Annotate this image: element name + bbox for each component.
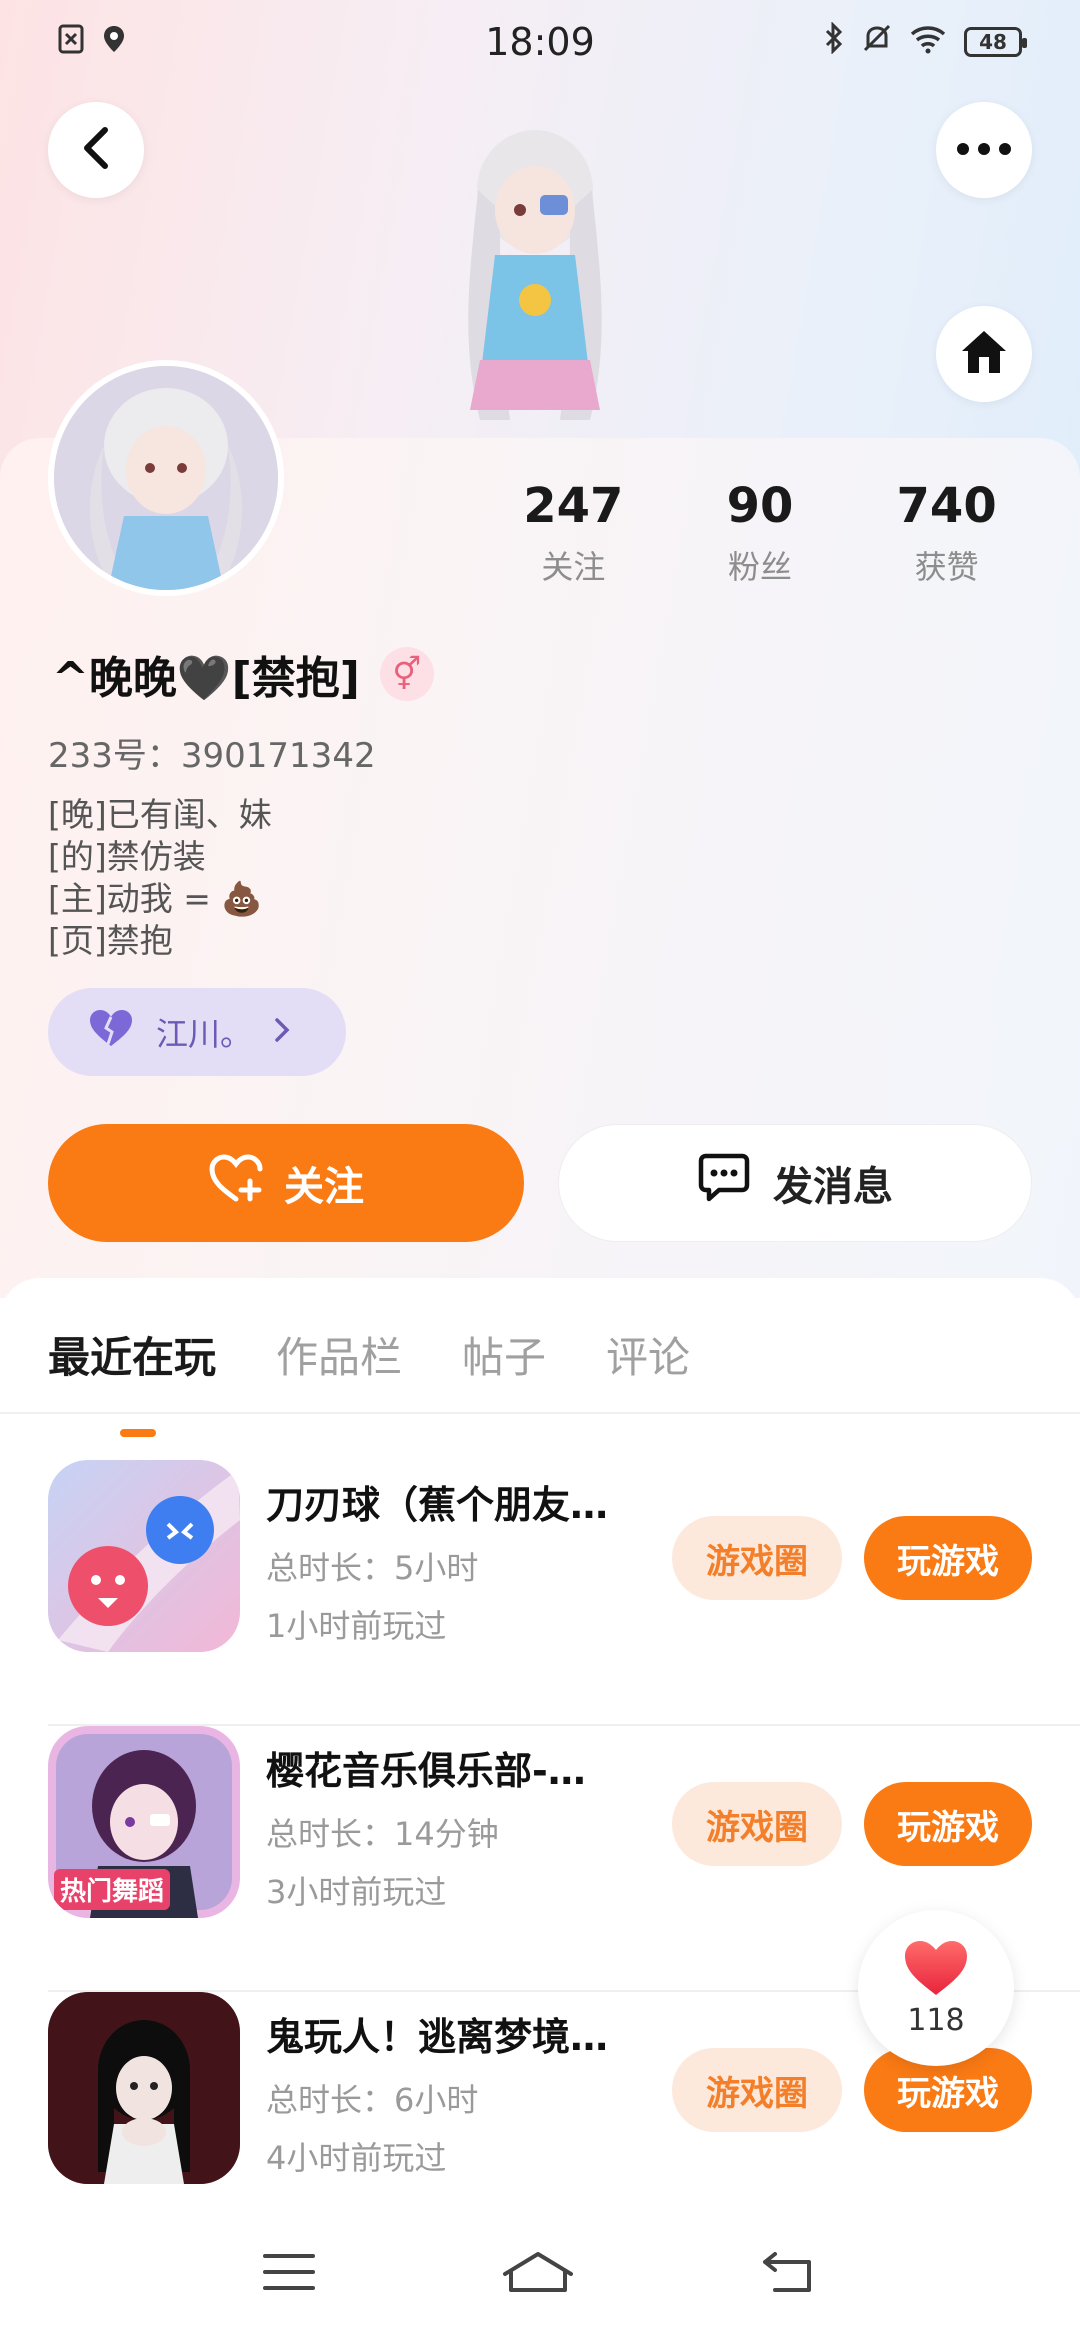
- relation-pill[interactable]: 江川。: [48, 988, 346, 1076]
- content-panel: 最近在玩 作品栏 帖子 评论 刀刃球（蕉个朋友… 总时长：5小时 1小时前玩过 …: [0, 1278, 1080, 2340]
- game-icon-badge: 热门舞蹈: [54, 1869, 171, 1910]
- game-icon: [48, 1460, 240, 1652]
- tab-comments[interactable]: 评论: [606, 1324, 690, 1385]
- tab-posts[interactable]: 帖子: [462, 1324, 546, 1385]
- game-info: 鬼玩人！逃离梦境… 总时长：6小时 4小时前玩过: [266, 2006, 666, 2179]
- stat-label: 获赞: [914, 548, 979, 586]
- more-icon: [956, 141, 1012, 160]
- bio-line: [的]禁仿装: [48, 837, 206, 876]
- home-icon: [958, 327, 1010, 381]
- follow-heart-icon: [208, 1153, 264, 1213]
- follow-label: 关注: [284, 1164, 364, 1210]
- stat-following[interactable]: 247 关注: [488, 478, 658, 588]
- game-title: 樱花音乐俱乐部-…: [266, 1749, 586, 1793]
- system-nav-bar: [0, 2208, 1080, 2340]
- relation-label: 江川。: [156, 1015, 253, 1053]
- back-button[interactable]: [48, 102, 144, 198]
- bio-line: [主]动我 = 💩: [48, 879, 263, 918]
- profile-name-row: ^晚晚🖤[禁抱] ⚥: [52, 642, 434, 706]
- game-duration: 总时长：6小时: [266, 2081, 479, 2119]
- game-circle-button[interactable]: 游戏圈: [672, 2048, 842, 2132]
- like-count: 118: [907, 2002, 965, 2038]
- tab-label: 评论: [606, 1333, 691, 1382]
- heart-icon: [88, 1008, 134, 1056]
- game-circle-button[interactable]: 游戏圈: [672, 1516, 842, 1600]
- back-nav-icon[interactable]: [761, 2250, 817, 2298]
- game-list: 刀刃球（蕉个朋友… 总时长：5小时 1小时前玩过 游戏圈 玩游戏 热门舞蹈 樱花…: [0, 1460, 1080, 2258]
- status-time: 18:09: [485, 20, 595, 64]
- avatar[interactable]: [48, 360, 284, 596]
- follow-button[interactable]: 关注: [48, 1124, 524, 1242]
- stat-value: 740: [896, 478, 997, 534]
- play-game-button[interactable]: 玩游戏: [864, 1516, 1032, 1600]
- tab-label: 帖子: [462, 1333, 547, 1382]
- stat-label: 粉丝: [727, 548, 792, 586]
- bio-line: [页]禁抱: [48, 921, 173, 960]
- message-label: 发消息: [773, 1164, 893, 1210]
- hero-character-image: [430, 120, 640, 440]
- heart-icon: [903, 1939, 969, 2001]
- game-info: 刀刃球（蕉个朋友… 总时长：5小时 1小时前玩过: [266, 1474, 666, 1647]
- game-icon: 热门舞蹈: [48, 1726, 240, 1918]
- battery-icon: 48: [964, 27, 1027, 57]
- stat-value: 247: [523, 478, 624, 534]
- game-last-played: 1小时前玩过: [266, 1607, 447, 1645]
- tab-works[interactable]: 作品栏: [276, 1324, 402, 1385]
- message-button[interactable]: 发消息: [558, 1124, 1032, 1242]
- chat-icon: [697, 1153, 751, 1213]
- bio: [晚]已有闺、妹 [的]禁仿装 [主]动我 = 💩 [页]禁抱: [48, 794, 272, 962]
- game-title: 鬼玩人！逃离梦境…: [266, 2015, 609, 2059]
- stat-label: 关注: [541, 548, 606, 586]
- status-bar: 18:09 48: [0, 0, 1080, 84]
- nickname: ^晚晚🖤[禁抱]: [52, 653, 360, 704]
- tab-label: 作品栏: [276, 1333, 403, 1382]
- game-duration: 总时长：5小时: [266, 1549, 479, 1587]
- tab-indicator: [120, 1429, 156, 1437]
- game-last-played: 3小时前玩过: [266, 1873, 447, 1911]
- bio-line: [晚]已有闺、妹: [48, 795, 272, 834]
- profile-stats: 247 关注 90 粉丝 740 获赞: [480, 478, 1040, 588]
- tab-recent-play[interactable]: 最近在玩: [48, 1324, 217, 1437]
- home-button[interactable]: [936, 306, 1032, 402]
- home-nav-icon[interactable]: [501, 2250, 575, 2298]
- stat-value: 90: [726, 478, 794, 534]
- play-game-button[interactable]: 玩游戏: [864, 1782, 1032, 1866]
- gender-icon: ⚥: [379, 647, 434, 701]
- game-icon: [48, 1992, 240, 2184]
- profile-tabs: 最近在玩 作品栏 帖子 评论: [48, 1324, 690, 1437]
- tab-label: 最近在玩: [48, 1333, 217, 1382]
- list-item[interactable]: 刀刃球（蕉个朋友… 总时长：5小时 1小时前玩过 游戏圈 玩游戏: [0, 1460, 1080, 1726]
- stat-fans[interactable]: 90 粉丝: [675, 478, 845, 588]
- game-duration: 总时长：14分钟: [266, 1815, 499, 1853]
- game-circle-button[interactable]: 游戏圈: [672, 1782, 842, 1866]
- menu-icon[interactable]: [263, 2252, 315, 2296]
- more-button[interactable]: [936, 102, 1032, 198]
- chevron-right-icon: [274, 1013, 290, 1051]
- user-id: 233号：390171342: [48, 736, 376, 776]
- tabs-divider: [0, 1412, 1080, 1414]
- back-icon: [81, 126, 111, 174]
- like-float-button[interactable]: 118: [858, 1910, 1014, 2066]
- game-title: 刀刃球（蕉个朋友…: [266, 1483, 609, 1527]
- game-last-played: 4小时前玩过: [266, 2139, 447, 2177]
- stat-likes[interactable]: 740 获赞: [862, 478, 1032, 588]
- game-info: 樱花音乐俱乐部-… 总时长：14分钟 3小时前玩过: [266, 1740, 666, 1913]
